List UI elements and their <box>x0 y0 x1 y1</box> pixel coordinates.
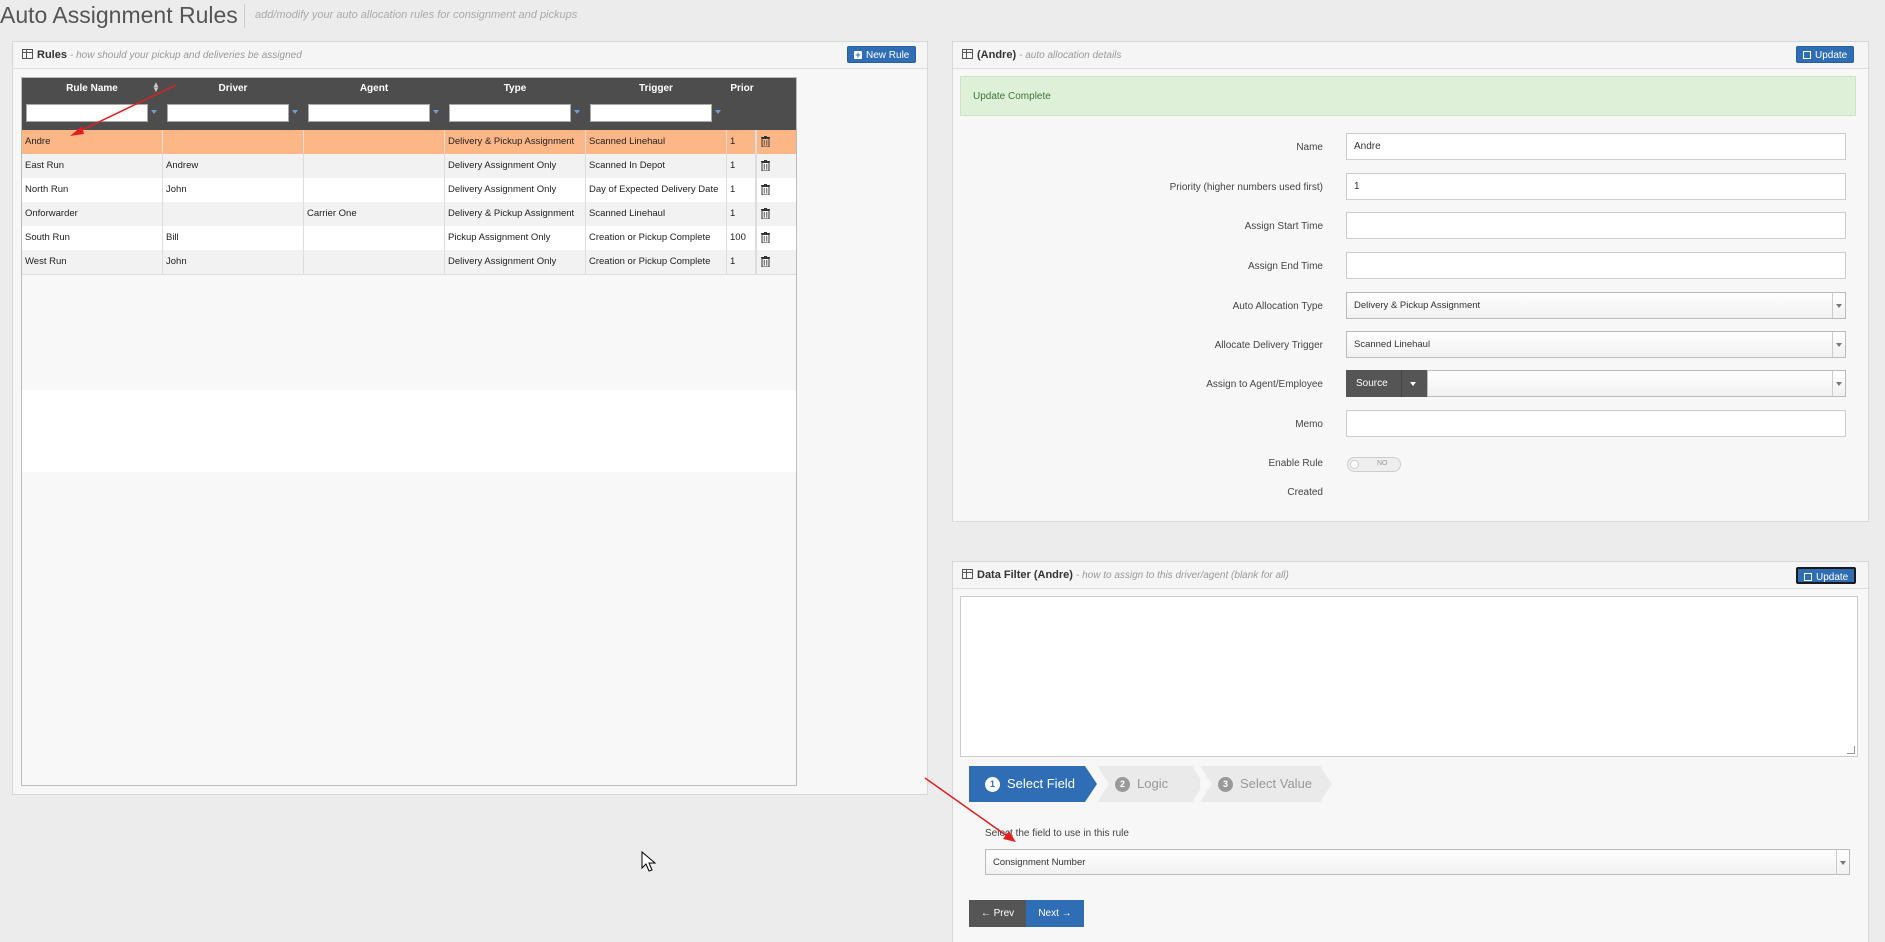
annotation-arrow-to-field-select <box>924 777 1016 842</box>
mouse-cursor-icon <box>641 850 657 872</box>
annotation-arrows <box>70 84 1016 872</box>
annotation-arrow-to-andre-row <box>70 84 177 136</box>
